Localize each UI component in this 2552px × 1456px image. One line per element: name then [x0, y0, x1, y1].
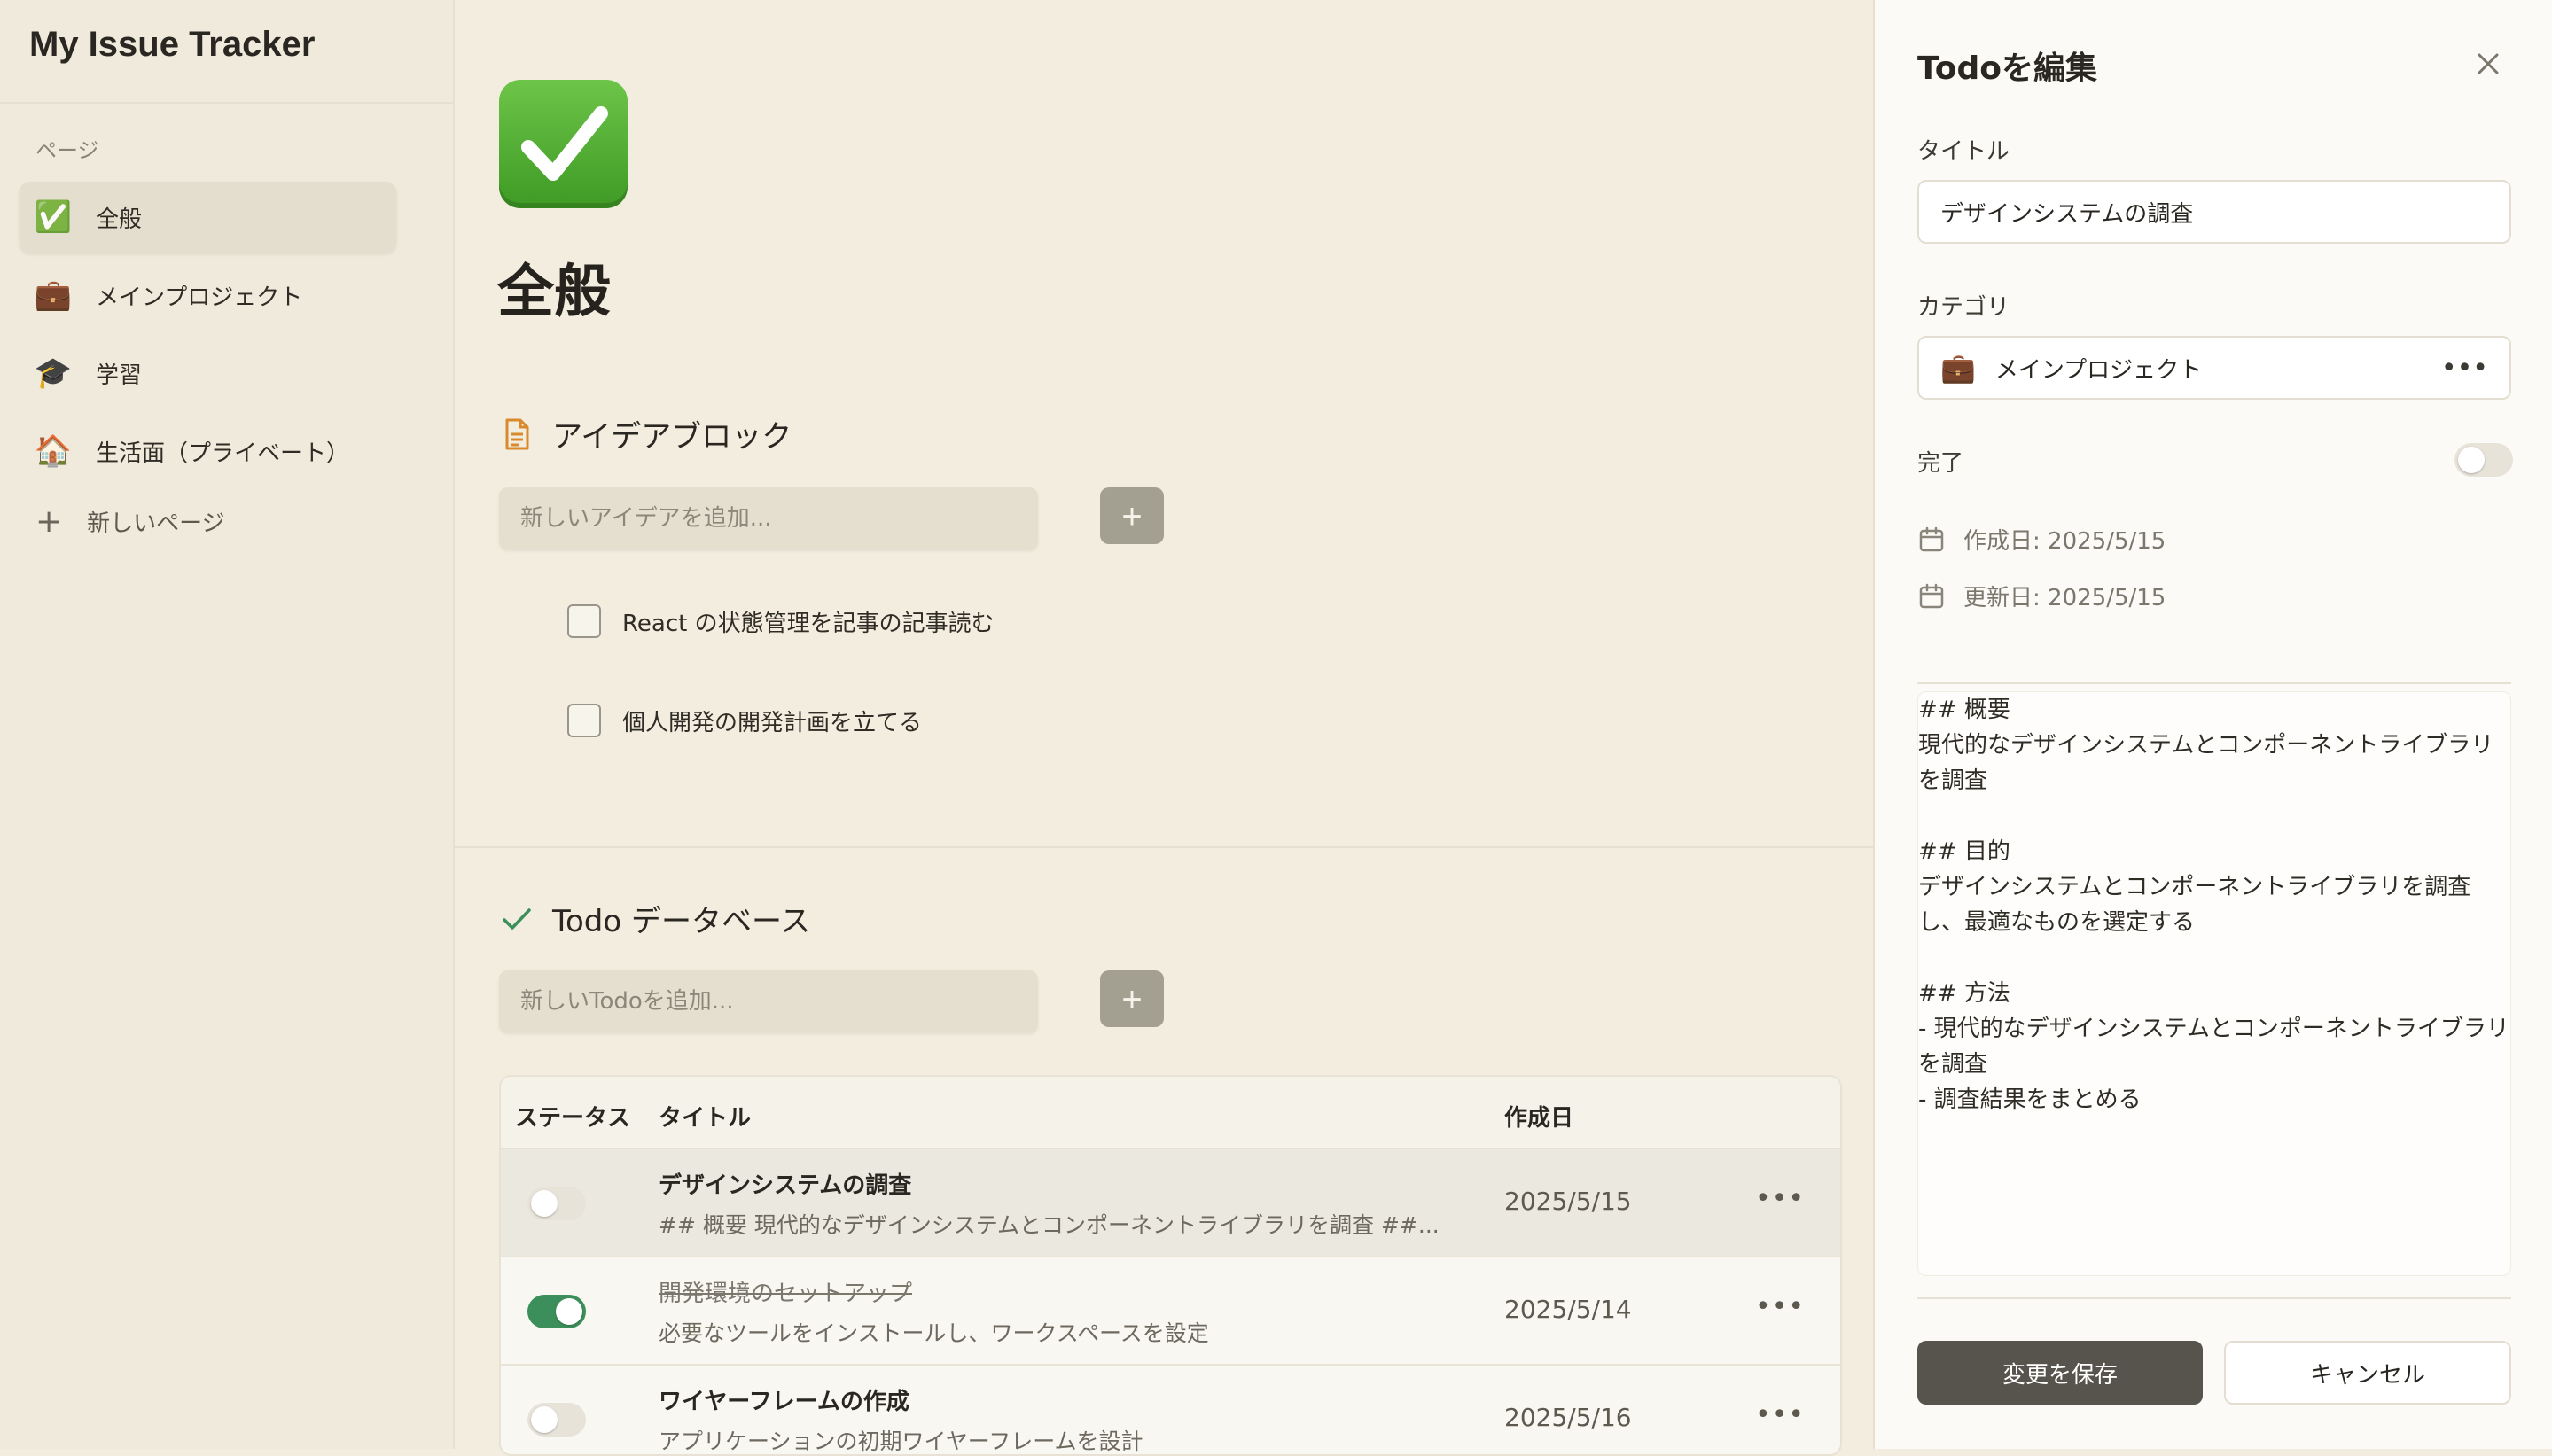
row-created-date: 2025/5/16	[1504, 1403, 1632, 1432]
app-title: My Issue Tracker	[29, 25, 316, 64]
column-header-created: 作成日	[1504, 1105, 1574, 1132]
more-options-icon[interactable]: •••	[1755, 1399, 1805, 1430]
panel-divider	[1917, 1297, 2511, 1299]
todo-db-header: Todo データベース	[499, 897, 810, 940]
add-todo-button[interactable]: +	[1100, 970, 1164, 1027]
updated-date-text: 更新日: 2025/5/15	[1963, 585, 2166, 611]
sidebar-item-general[interactable]: ✅ 全般	[20, 182, 396, 253]
sidebar-item-private-life[interactable]: 🏠 生活面（プライベート）	[20, 416, 396, 487]
todo-db-title: Todo データベース	[552, 904, 811, 939]
updated-date-row: 更新日: 2025/5/15	[1917, 580, 2166, 612]
table-row[interactable]: デザインシステムの調査 ## 概要 現代的なデザインシステムとコンポーネントライ…	[501, 1149, 1840, 1257]
row-title: デザインシステムの調査	[659, 1172, 912, 1199]
description-textarea[interactable]: ## 概要 現代的なデザインシステムとコンポーネントライブラリ を調査 ## 目…	[1917, 691, 2511, 1276]
briefcase-icon: 💼	[1940, 351, 1976, 385]
toggle-knob	[2458, 447, 2485, 473]
idea-item-label: 個人開発の開発計画を立てる	[622, 709, 923, 736]
idea-block-header: アイデアブロック	[499, 412, 792, 455]
title-field[interactable]: デザインシステムの調査	[1917, 180, 2511, 244]
sidebar-item-learning[interactable]: 🎓 学習	[20, 338, 396, 409]
row-created-date: 2025/5/14	[1504, 1295, 1632, 1324]
sidebar-item-label: 学習	[96, 362, 143, 389]
row-title: 開発環境のセットアップ	[659, 1281, 913, 1307]
checkmark-icon	[499, 901, 535, 937]
status-toggle[interactable]	[527, 1187, 586, 1220]
panel-divider	[1917, 682, 2511, 684]
panel-title: Todoを編集	[1917, 51, 2098, 87]
created-date-row: 作成日: 2025/5/15	[1917, 523, 2166, 556]
plus-icon: +	[1121, 980, 1143, 1019]
check-mark-icon: ✅	[34, 199, 73, 235]
more-options-icon[interactable]: •••	[1755, 1183, 1805, 1214]
created-date-text: 作成日: 2025/5/15	[1963, 528, 2166, 555]
category-field-label: カテゴリ	[1917, 294, 2010, 321]
cancel-button[interactable]: キャンセル	[2224, 1341, 2511, 1405]
title-field-value: デザインシステムの調査	[1940, 200, 2194, 228]
main-content: 全般 アイデアブロック + React の状態管理を記事の記事読む 個人開発の開…	[455, 0, 1873, 1456]
add-idea-button[interactable]: +	[1100, 487, 1164, 544]
status-toggle[interactable]	[527, 1295, 586, 1328]
category-select[interactable]: 💼 メインプロジェクト •••	[1917, 336, 2511, 400]
row-description: 必要なツールをインストールし、ワークスペースを設定	[659, 1320, 1209, 1346]
sidebar-item-label: 全般	[96, 206, 143, 233]
graduation-cap-icon: 🎓	[34, 355, 73, 391]
table-row[interactable]: ワイヤーフレームの作成 アプリケーションの初期ワイヤーフレームを設計 2025/…	[501, 1366, 1840, 1454]
sidebar-divider	[0, 102, 455, 104]
column-header-title: タイトル	[659, 1105, 752, 1132]
close-icon[interactable]	[2470, 46, 2506, 82]
toggle-knob	[531, 1190, 558, 1217]
edit-todo-panel: Todoを編集 タイトル デザインシステムの調査 カテゴリ 💼 メインプロジェク…	[1873, 0, 2552, 1449]
more-options-icon[interactable]: •••	[1755, 1291, 1805, 1322]
new-page-button[interactable]: + 新しいページ	[35, 505, 225, 538]
done-toggle[interactable]	[2454, 443, 2513, 477]
document-icon	[499, 417, 535, 452]
more-options-icon[interactable]: •••	[2441, 353, 2488, 384]
pages-section-label: ページ	[35, 138, 99, 163]
status-toggle[interactable]	[527, 1403, 586, 1437]
page-check-mark-icon	[499, 80, 628, 208]
toggle-knob	[531, 1406, 558, 1433]
sidebar-item-label: 生活面（プライベート）	[96, 440, 350, 467]
title-field-label: タイトル	[1917, 138, 2010, 165]
idea-item: 個人開発の開発計画を立てる	[567, 704, 922, 737]
row-created-date: 2025/5/15	[1504, 1187, 1632, 1216]
toggle-knob	[556, 1298, 582, 1325]
idea-block-title: アイデアブロック	[552, 419, 792, 455]
new-todo-input[interactable]	[499, 970, 1038, 1032]
column-header-status: ステータス	[515, 1105, 631, 1132]
new-page-label: 新しいページ	[87, 510, 225, 537]
calendar-icon	[1919, 583, 1944, 608]
idea-item: React の状態管理を記事の記事読む	[567, 604, 995, 638]
category-value: メインプロジェクト	[1994, 356, 2203, 384]
table-row[interactable]: 開発環境のセットアップ 必要なツールをインストールし、ワークスペースを設定 20…	[501, 1257, 1840, 1366]
idea-checkbox[interactable]	[567, 704, 601, 737]
idea-item-label: React の状態管理を記事の記事読む	[622, 610, 995, 637]
section-divider	[455, 846, 1873, 848]
done-label: 完了	[1917, 450, 1964, 477]
save-button[interactable]: 変更を保存	[1917, 1341, 2203, 1405]
calendar-icon	[1919, 526, 1944, 551]
row-description: アプリケーションの初期ワイヤーフレームを設計	[659, 1429, 1143, 1454]
table-header: ステータス タイトル 作成日	[501, 1077, 1840, 1149]
page-title: 全般	[497, 260, 611, 325]
plus-icon: +	[1121, 497, 1143, 536]
idea-checkbox[interactable]	[567, 604, 601, 638]
briefcase-icon: 💼	[34, 277, 73, 313]
todo-table: ステータス タイトル 作成日 デザインシステムの調査 ## 概要 現代的なデザイ…	[499, 1075, 1842, 1456]
row-description: ## 概要 現代的なデザインシステムとコンポーネントライブラリを調査 ##...	[659, 1212, 1440, 1238]
plus-icon: +	[35, 502, 63, 540]
house-icon: 🏠	[34, 433, 73, 469]
sidebar: My Issue Tracker ページ ✅ 全般 💼 メインプロジェクト 🎓 …	[0, 0, 455, 1449]
sidebar-item-label: メインプロジェクト	[96, 284, 303, 311]
new-idea-input[interactable]	[499, 487, 1038, 549]
sidebar-item-main-project[interactable]: 💼 メインプロジェクト	[20, 260, 396, 331]
row-title: ワイヤーフレームの作成	[659, 1389, 909, 1415]
